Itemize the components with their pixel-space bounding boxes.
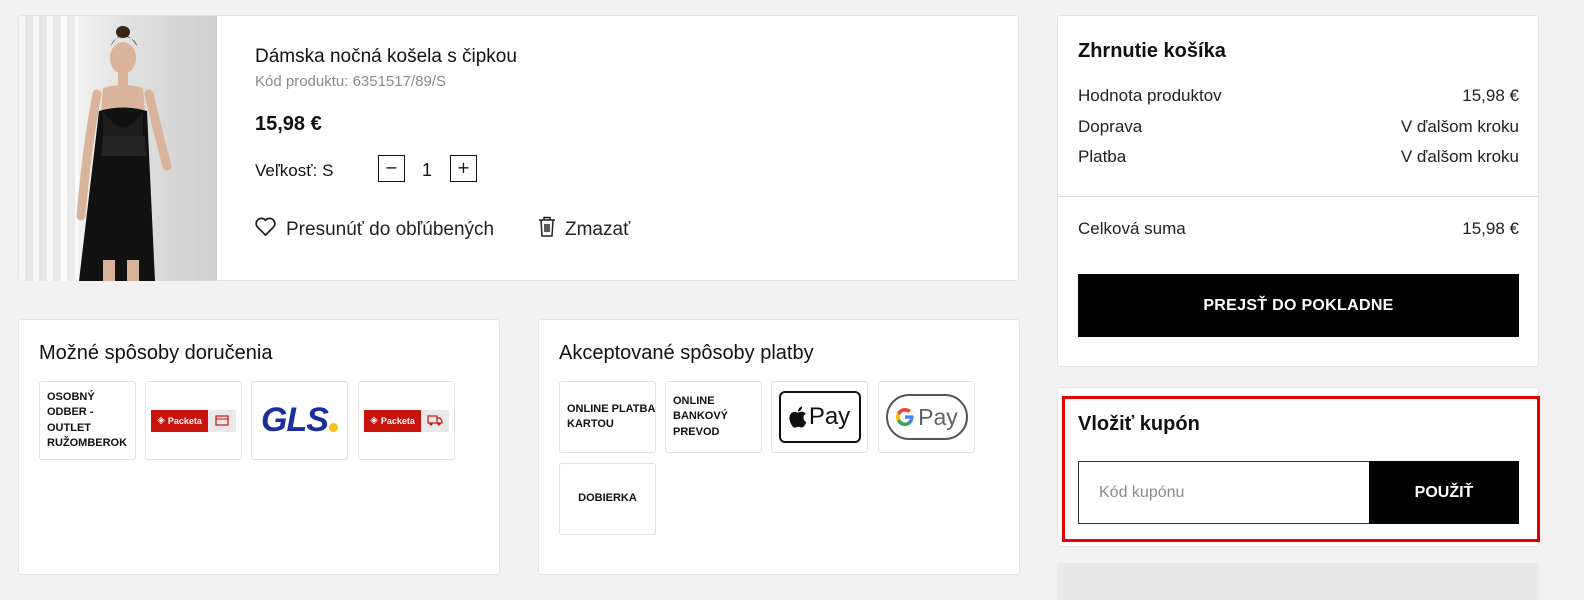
summary-divider xyxy=(1058,196,1538,197)
summary-row-label: Hodnota produktov xyxy=(1078,86,1222,105)
heart-icon xyxy=(254,216,277,243)
delivery-methods-title: Možné spôsoby doručenia xyxy=(39,342,273,364)
summary-row-label: Doprava xyxy=(1078,117,1143,136)
packeta-pickup-icon: ◈ Packeta xyxy=(151,409,236,432)
summary-row-value: V ďalšom kroku xyxy=(1400,147,1519,166)
payment-method-apple-pay: Pay xyxy=(771,381,868,453)
product-title[interactable]: Dámska nočná košela s čipkou xyxy=(255,46,517,68)
google-pay-logo: Pay xyxy=(885,394,968,440)
summary-row-shipping: Doprava V ďalšom kroku xyxy=(1078,117,1519,137)
cart-item-card: Dámska nočná košela s čipkou Kód produkt… xyxy=(18,15,1019,281)
delivery-method-packeta-pickup: ◈ Packeta xyxy=(145,381,242,460)
delivery-method-packeta-courier: ◈ Packeta xyxy=(358,381,455,460)
coupon-card: Vložiť kupón POUŽIŤ xyxy=(1057,387,1539,547)
total-label: Celková suma xyxy=(1078,219,1186,238)
delete-item-button[interactable]: Zmazať xyxy=(538,216,630,243)
product-code: Kód produktu: 6351517/89/S xyxy=(255,73,446,90)
coupon-title: Vložiť kupón xyxy=(1078,413,1200,435)
packeta-courier-icon: ◈ Packeta xyxy=(364,409,449,432)
summary-row-products: Hodnota produktov 15,98 € xyxy=(1078,86,1519,106)
payment-method-google-pay: Pay xyxy=(878,381,975,453)
google-g-icon xyxy=(896,408,914,426)
delivery-methods-card: Možné spôsoby doručenia OSOBNÝ ODBER - O… xyxy=(18,319,500,575)
payment-method-bank-transfer: ONLINE BANKOVÝ PREVOD xyxy=(665,381,762,453)
move-to-favorites-button[interactable]: Presunúť do obľúbených xyxy=(254,216,494,243)
apple-icon xyxy=(789,406,807,428)
product-price: 15,98 € xyxy=(255,113,322,135)
quantity-decrease-button[interactable]: − xyxy=(378,155,405,182)
payment-methods-card: Akceptované spôsoby platby ONLINE PLATBA… xyxy=(538,319,1020,575)
quantity-increase-button[interactable]: + xyxy=(450,155,477,182)
payment-method-label: ONLINE BANKOVÝ PREVOD xyxy=(673,394,729,438)
coupon-code-input[interactable] xyxy=(1078,461,1370,524)
move-to-favorites-label: Presunúť do obľúbených xyxy=(286,218,495,240)
delivery-method-gls: GLS xyxy=(251,381,348,460)
apple-pay-logo: Pay xyxy=(778,391,861,443)
cart-summary-title: Zhrnutie košíka xyxy=(1078,40,1226,62)
next-section-card xyxy=(1057,563,1539,600)
delivery-method-outlet-pickup: OSOBNÝ ODBER - OUTLET RUŽOMBEROK xyxy=(39,381,136,460)
packeta-label: Packeta xyxy=(167,415,202,426)
payment-methods-title: Akceptované spôsoby platby xyxy=(559,342,814,364)
summary-row-value: 15,98 € xyxy=(1462,86,1519,105)
summary-row-value: V ďalšom kroku xyxy=(1400,117,1519,136)
summary-row-total: Celková suma 15,98 € xyxy=(1078,219,1519,239)
payment-method-cash-on-delivery: DOBIERKA xyxy=(559,463,656,535)
delete-label: Zmazať xyxy=(565,218,631,240)
delivery-method-label: OSOBNÝ ODBER - OUTLET RUŽOMBEROK xyxy=(47,390,128,450)
cart-summary-card: Zhrnutie košíka Hodnota produktov 15,98 … xyxy=(1057,15,1539,367)
summary-row-label: Platba xyxy=(1078,147,1127,166)
payment-method-card: ONLINE PLATBA KARTOU xyxy=(559,381,656,453)
summary-row-payment: Platba V ďalšom kroku xyxy=(1078,147,1519,167)
trash-icon xyxy=(538,216,556,243)
gls-logo: GLS xyxy=(261,401,338,440)
quantity-value: 1 xyxy=(421,160,432,180)
total-value: 15,98 € xyxy=(1462,219,1519,238)
payment-method-label: ONLINE PLATBA KARTOU xyxy=(567,402,655,431)
payment-method-label: DOBIERKA xyxy=(578,492,637,505)
packeta-label: Packeta xyxy=(380,415,415,426)
checkout-button[interactable]: PREJSŤ DO POKLADNE xyxy=(1078,274,1519,337)
apply-coupon-button[interactable]: POUŽIŤ xyxy=(1369,461,1519,524)
product-image[interactable] xyxy=(19,16,217,281)
size-label: Veľkosť: S xyxy=(255,161,334,180)
